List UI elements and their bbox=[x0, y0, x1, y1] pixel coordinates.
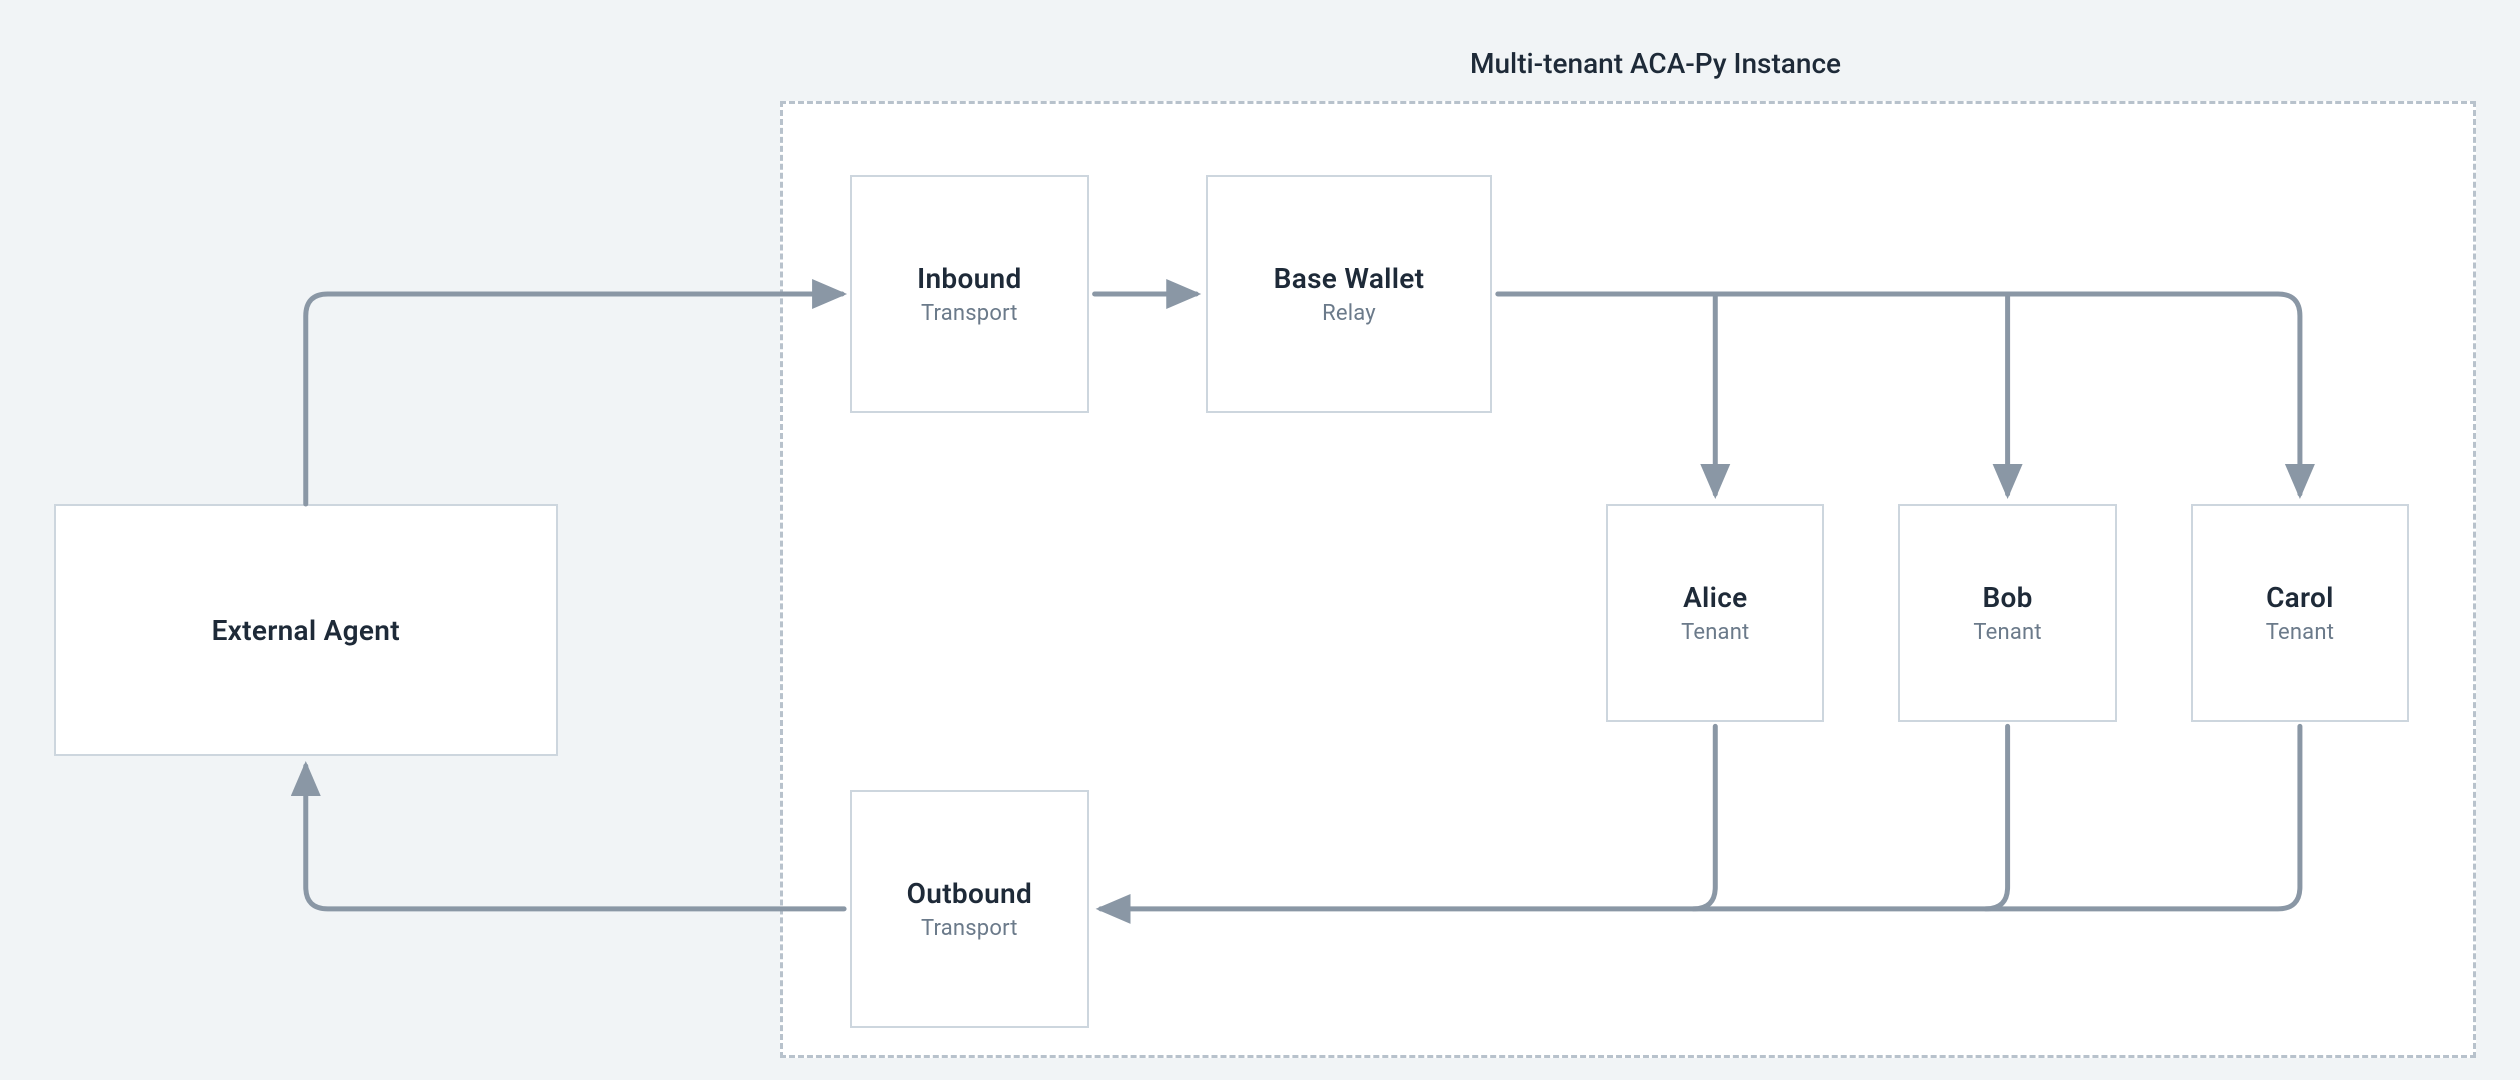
outbound-title: Outbound bbox=[907, 877, 1032, 910]
alice-sub: Tenant bbox=[1681, 620, 1749, 645]
carol-title: Carol bbox=[2266, 581, 2334, 614]
base-wallet-sub: Relay bbox=[1322, 301, 1376, 326]
bob-title: Bob bbox=[1982, 581, 2032, 614]
alice-title: Alice bbox=[1683, 581, 1747, 614]
bob-sub: Tenant bbox=[1973, 620, 2041, 645]
inbound-title: Inbound bbox=[917, 262, 1021, 295]
outbound-sub: Transport bbox=[921, 916, 1018, 941]
base-wallet-title: Base Wallet bbox=[1274, 262, 1425, 295]
external-agent-title: External Agent bbox=[212, 614, 400, 647]
alice-node: Alice Tenant bbox=[1606, 504, 1824, 722]
inbound-sub: Transport bbox=[921, 301, 1018, 326]
container-title: Multi-tenant ACA-Py Instance bbox=[1470, 47, 1841, 80]
carol-node: Carol Tenant bbox=[2191, 504, 2409, 722]
outbound-node: Outbound Transport bbox=[850, 790, 1089, 1029]
carol-sub: Tenant bbox=[2266, 620, 2334, 645]
inbound-node: Inbound Transport bbox=[850, 175, 1089, 414]
external-agent-node: External Agent bbox=[54, 504, 558, 756]
base-wallet-node: Base Wallet Relay bbox=[1206, 175, 1492, 414]
bob-node: Bob Tenant bbox=[1898, 504, 2116, 722]
